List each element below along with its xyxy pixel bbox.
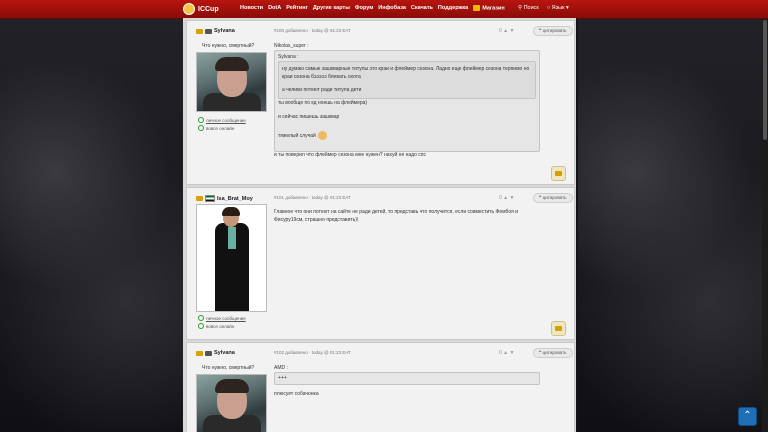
post-body: Главное что они потеют на сайте не ради … <box>274 209 519 223</box>
online-icon <box>198 323 204 329</box>
quote-author: AMD : <box>274 365 288 371</box>
rating-value: 0 <box>499 350 502 356</box>
scroll-to-top-button[interactable]: ⌃ <box>738 407 757 426</box>
logo-icon <box>183 3 195 15</box>
nav-item-shop[interactable]: Магазин <box>473 5 505 11</box>
private-message-link[interactable]: личное сообщение <box>198 315 246 321</box>
logo[interactable]: ICCup <box>183 3 219 15</box>
rating-value: 0 <box>499 28 502 34</box>
clan-icon <box>205 350 212 356</box>
post-rating[interactable]: 0 ▲ ▼ <box>499 195 514 201</box>
crown-button[interactable] <box>551 321 566 336</box>
post-meta: #102 добавлено · today @ 01:23 EAT <box>274 350 351 355</box>
nav-item-shop-label: Магазин <box>482 5 505 12</box>
avatar-hair <box>215 379 249 393</box>
post-meta: #101 добавлено · today @ 01:23 EAT <box>274 195 351 200</box>
avatar-hair <box>222 207 240 216</box>
top-navigation: ICCup Новости DotA Рейтинг Другие карты … <box>0 0 768 19</box>
nav-item-dota[interactable]: DotA <box>268 5 281 11</box>
avatar <box>196 374 267 432</box>
post-body: и ты поверил что флеймер сезона мне нуже… <box>274 152 426 158</box>
author-name[interactable]: Sylvana <box>214 350 235 356</box>
language-label: Язык <box>551 5 565 11</box>
post-author: Isa_Brat_Moy <box>196 195 253 202</box>
message-icon <box>198 117 204 123</box>
rank-icon <box>196 350 203 356</box>
avatar <box>196 52 267 112</box>
quote-button-label: цитировать <box>542 350 567 355</box>
user-status: Что нужно, смертный? <box>202 43 255 49</box>
avatar <box>196 204 267 312</box>
post-rating[interactable]: 0 ▲ ▼ <box>499 28 514 34</box>
private-message-label: личное сообщение <box>206 117 246 123</box>
nav-item-news[interactable]: Новости <box>240 5 263 11</box>
post-meta: #100 добавлено · today @ 01:23 EAT <box>274 28 351 33</box>
nav-item-rating[interactable]: Рейтинг <box>286 5 308 11</box>
language-selector[interactable]: ○ Язык ▾ <box>547 5 569 11</box>
nav-item-download[interactable]: Скачать <box>411 5 433 11</box>
quote-line: и сейчас пишешь зашквар <box>278 114 340 120</box>
quote-box: Sylvana : ну думаю самые зашкварные титу… <box>274 50 540 152</box>
nav-right: ⚲ Поиск ○ Язык ▾ <box>518 5 569 11</box>
rank-icon <box>196 196 203 201</box>
search-link[interactable]: ⚲ Поиск <box>518 5 539 11</box>
inner-quote-line: а челики потеют ради титула дети <box>282 87 362 93</box>
private-message-label: личное сообщение <box>206 315 246 321</box>
nav-item-infobase[interactable]: Инфобаза <box>378 5 406 11</box>
forum-content: Sylvana Что нужно, смертный? личное сооб… <box>183 18 576 432</box>
post-rating[interactable]: 0 ▲ ▼ <box>499 350 514 356</box>
private-message-link[interactable]: личное сообщение <box>198 117 246 123</box>
rating-value: 0 <box>499 195 502 201</box>
post-author: Sylvana <box>196 350 235 356</box>
online-status: вовсе онлайн <box>198 125 234 131</box>
quote-button[interactable]: ❝ цитировать <box>533 348 573 358</box>
background-right <box>578 0 768 432</box>
nav-item-support[interactable]: Поддержка <box>438 5 468 11</box>
quote-line-text: тяжелый случай <box>278 132 316 139</box>
quote-button-label: цитировать <box>542 28 567 33</box>
rank-icon <box>196 28 203 34</box>
user-status: Что нужно, смертный? <box>202 365 255 371</box>
nav-menu: Новости DotA Рейтинг Другие карты Форум … <box>240 5 505 11</box>
quote-author: Nikolas_super : <box>274 43 309 49</box>
online-label: вовсе онлайн <box>206 125 235 131</box>
search-label: Поиск <box>523 5 539 11</box>
inner-quote-text: ну думаю самые зашкварные титулы это кра… <box>282 66 530 80</box>
clan-icon <box>205 28 212 34</box>
emoji-icon <box>317 131 327 140</box>
online-label: вовсе онлайн <box>206 323 235 329</box>
online-status: вовсе онлайн <box>198 323 234 329</box>
message-icon <box>198 315 204 321</box>
forum-post: Sylvana Что нужно, смертный? личное сооб… <box>186 20 575 185</box>
quote-line: тяжелый случай <box>278 131 327 140</box>
scrollbar-thumb[interactable] <box>763 20 767 140</box>
nav-item-other-maps[interactable]: Другие карты <box>313 5 350 11</box>
post-author: Sylvana <box>196 28 235 34</box>
author-name[interactable]: Isa_Brat_Moy <box>217 196 253 202</box>
quote-button[interactable]: ❝ цитировать <box>533 26 573 36</box>
quote-line: ты вообще по кд ноешь на флеймера) <box>278 100 368 106</box>
quote-button-label: цитировать <box>542 195 567 200</box>
inner-quote-box: ну думаю самые зашкварные титулы это кра… <box>278 61 536 99</box>
forum-post: Isa_Brat_Moy личное сообщение вовсе онла… <box>186 187 575 340</box>
nav-item-forum[interactable]: Форум <box>355 5 373 11</box>
avatar-hair <box>215 57 249 71</box>
author-name[interactable]: Sylvana <box>214 28 235 34</box>
online-icon <box>198 125 204 131</box>
post-body: плюсует собачонка <box>274 391 319 397</box>
quote-text: +++ <box>278 375 287 381</box>
flag-icon <box>205 195 215 202</box>
scrollbar[interactable] <box>762 0 768 432</box>
crown-button[interactable] <box>551 166 566 181</box>
forum-post: Sylvana Что нужно, смертный? #102 добавл… <box>186 342 575 432</box>
quote-button[interactable]: ❝ цитировать <box>533 193 573 203</box>
inner-quote-author: Sylvana : <box>278 54 299 60</box>
logo-text: ICCup <box>198 5 219 13</box>
background-left <box>0 0 183 432</box>
quote-box: +++ <box>274 372 540 385</box>
avatar-shirt <box>228 227 236 249</box>
shop-icon <box>473 5 481 11</box>
